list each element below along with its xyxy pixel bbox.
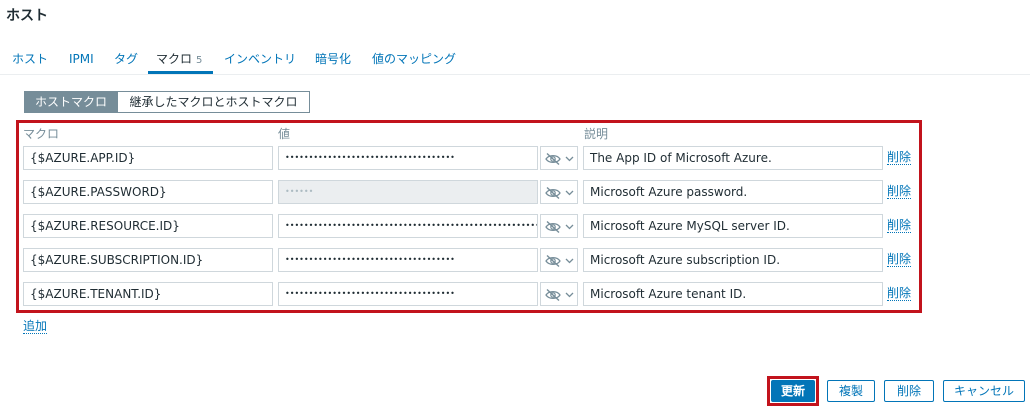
- macro-name-input[interactable]: {$AZURE.RESOURCE.ID}: [23, 214, 273, 238]
- remove-macro-link[interactable]: 削除: [887, 218, 912, 233]
- tab-bar: ホスト IPMI タグ マクロ 5 インベントリ 暗号化 値のマッピング: [0, 44, 1030, 75]
- remove-macro-link[interactable]: 削除: [887, 252, 912, 267]
- cancel-button[interactable]: キャンセル: [943, 380, 1025, 402]
- remove-macro-link[interactable]: 削除: [887, 184, 912, 199]
- inherited-macros-toggle[interactable]: 継承したマクロとホストマクロ: [117, 91, 310, 113]
- value-type-dropdown[interactable]: [540, 282, 578, 306]
- value-type-dropdown[interactable]: [540, 214, 578, 238]
- macro-value-input[interactable]: ••••••••••••••••••••••••••••••••••••: [278, 146, 538, 170]
- macro-description-input[interactable]: The App ID of Microsoft Azure.: [583, 146, 883, 170]
- tab-label: 暗号化: [315, 52, 352, 66]
- tab-tags[interactable]: タグ: [114, 51, 138, 73]
- tab-ipmi[interactable]: IPMI: [69, 51, 94, 73]
- value-type-dropdown[interactable]: [540, 248, 578, 272]
- remove-macro-link[interactable]: 削除: [887, 286, 912, 301]
- tab-inventory[interactable]: インベントリ: [224, 51, 296, 73]
- tab-count: 5: [196, 55, 203, 66]
- column-header-value: 値: [278, 127, 291, 141]
- macro-description-input[interactable]: Microsoft Azure MySQL server ID.: [583, 214, 883, 238]
- macro-value-input[interactable]: ••••••••••••••••••••••••••••••••••••••••…: [278, 214, 538, 238]
- clone-button[interactable]: 複製: [827, 380, 875, 402]
- tab-value-mapping[interactable]: 値のマッピング: [372, 51, 456, 73]
- tab-label: インベントリ: [224, 52, 297, 66]
- tab-label: ホスト: [12, 52, 49, 66]
- host-macros-toggle[interactable]: ホストマクロ: [24, 91, 118, 113]
- value-type-dropdown[interactable]: [540, 180, 578, 204]
- macro-description-input[interactable]: Microsoft Azure tenant ID.: [583, 282, 883, 306]
- macro-name-input[interactable]: {$AZURE.APP.ID}: [23, 146, 273, 170]
- macro-value-input[interactable]: ••••••••••••••••••••••••••••••••••••: [278, 282, 538, 306]
- tab-host[interactable]: ホスト: [12, 51, 48, 73]
- tab-label: マクロ: [156, 52, 193, 66]
- macro-name-input[interactable]: {$AZURE.TENANT.ID}: [23, 282, 273, 306]
- tab-label: 値のマッピング: [372, 52, 457, 66]
- column-header-macro: マクロ: [23, 127, 60, 141]
- macro-description-input[interactable]: Microsoft Azure password.: [583, 180, 883, 204]
- macro-name-input[interactable]: {$AZURE.SUBSCRIPTION.ID}: [23, 248, 273, 272]
- value-type-dropdown[interactable]: [540, 146, 578, 170]
- tab-label: IPMI: [69, 52, 94, 66]
- macro-description-input[interactable]: Microsoft Azure subscription ID.: [583, 248, 883, 272]
- add-macro-link[interactable]: 追加: [23, 319, 48, 334]
- update-button[interactable]: 更新: [771, 380, 815, 402]
- page-title: ホスト: [6, 8, 48, 24]
- tab-label: タグ: [114, 52, 139, 66]
- macro-value-input[interactable]: ••••••: [278, 180, 538, 204]
- column-header-description: 説明: [584, 127, 609, 141]
- macro-name-input[interactable]: {$AZURE.PASSWORD}: [23, 180, 273, 204]
- macro-value-input[interactable]: ••••••••••••••••••••••••••••••••••••: [278, 248, 538, 272]
- remove-macro-link[interactable]: 削除: [887, 150, 912, 165]
- tab-macros[interactable]: マクロ 5: [148, 51, 213, 74]
- delete-button[interactable]: 削除: [884, 380, 934, 402]
- tab-encryption[interactable]: 暗号化: [315, 51, 351, 73]
